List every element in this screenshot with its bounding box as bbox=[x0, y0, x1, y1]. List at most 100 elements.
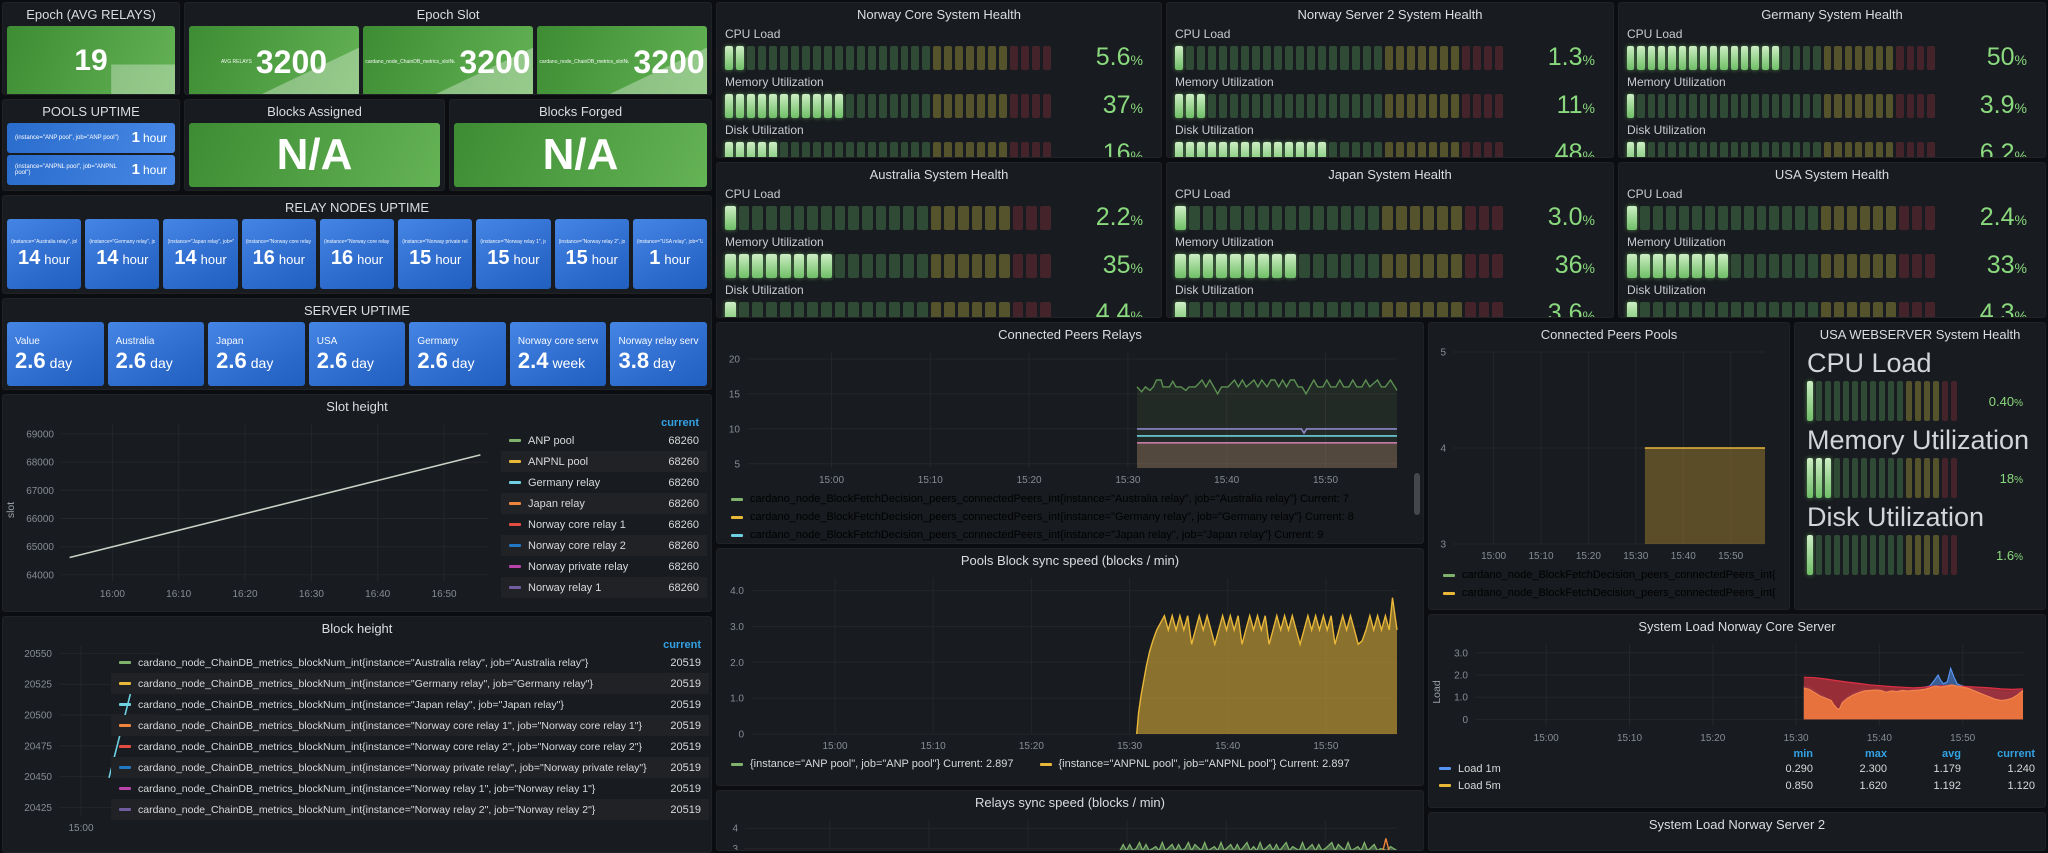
gauge-section: Memory Utilization 36% bbox=[1167, 235, 1613, 280]
gauge-cell bbox=[1478, 253, 1490, 278]
svg-text:20450: 20450 bbox=[24, 772, 52, 783]
panel-title-health-australia[interactable]: Australia System Health bbox=[717, 163, 1161, 184]
gauge-value: 33% bbox=[1986, 251, 2027, 279]
panel-title-relays-sync[interactable]: Relays sync speed (blocks / min) bbox=[717, 791, 1423, 812]
panel-title-blocks-forged[interactable]: Blocks Forged bbox=[450, 100, 711, 121]
gauge-cell bbox=[820, 301, 832, 317]
panel-title-peers-relays[interactable]: Connected Peers Relays bbox=[717, 323, 1423, 344]
panel-title-blocks-assigned[interactable]: Blocks Assigned bbox=[185, 100, 444, 121]
panel-title-sysload-2[interactable]: System Load Norway Server 2 bbox=[1429, 813, 2045, 834]
gauge-cell bbox=[1032, 93, 1041, 118]
panel-title-health-japan[interactable]: Japan System Health bbox=[1167, 163, 1613, 184]
gauge-cell bbox=[752, 301, 764, 317]
gauge-cell bbox=[1825, 458, 1831, 498]
legend-row[interactable]: {instance="ANPNL pool", job="ANPNL pool"… bbox=[1039, 758, 1350, 770]
legend-row[interactable]: Load 1m 0.290 2.300 1.179 1.240 bbox=[1439, 760, 2035, 777]
legend-row[interactable]: cardano_node_ChainDB_metrics_blockNum_in… bbox=[111, 778, 709, 799]
gauge-cell bbox=[1395, 205, 1407, 230]
legend-row[interactable]: cardano_node_ChainDB_metrics_blockNum_in… bbox=[111, 652, 709, 673]
panel-title-slot-height[interactable]: Slot height bbox=[3, 395, 711, 416]
bar-gauge bbox=[1175, 141, 1503, 157]
series-swatch bbox=[1443, 573, 1455, 577]
gauge-cell bbox=[1478, 205, 1490, 230]
series-swatch bbox=[509, 502, 521, 505]
legend-row[interactable]: Norway core relay 1 68260 bbox=[501, 514, 707, 535]
bar-gauge bbox=[1627, 205, 1935, 230]
server-uptime-label: Japan bbox=[216, 335, 244, 347]
chart-svg: 64000 65000 66000 67000 68000 69000 16:00 16:10… bbox=[5, 424, 489, 600]
panel-title-health-usa[interactable]: USA System Health bbox=[1619, 163, 2045, 184]
legend-row[interactable]: cardano_node_ChainDB_metrics_blockNum_in… bbox=[111, 736, 709, 757]
panel-title-sysload-core[interactable]: System Load Norway Core Server bbox=[1429, 615, 2045, 636]
gauge-cell bbox=[752, 253, 764, 278]
gauge-cell bbox=[1639, 205, 1650, 230]
legend-row[interactable]: cardano_node_ChainDB_metrics_blockNum_in… bbox=[111, 673, 709, 694]
panel-health-norway-2: Norway Server 2 System Health CPU Load 1.3… bbox=[1166, 2, 1614, 158]
gauge-cell bbox=[1384, 141, 1393, 157]
panel-title-health-germany[interactable]: Germany System Health bbox=[1619, 3, 2045, 24]
gauge-cell bbox=[1852, 535, 1858, 575]
gauge-cell bbox=[1043, 93, 1052, 118]
gauge-cell bbox=[1906, 381, 1912, 421]
legend-row[interactable]: Germany relay 68260 bbox=[501, 472, 707, 493]
legend-scrollbar[interactable] bbox=[1414, 473, 1420, 515]
gauge-cell bbox=[746, 141, 755, 157]
gauge-cell bbox=[1704, 253, 1715, 278]
chart-svg: 5 10 15 20 15:00 15:10 15:20 15:30 15:40 15:50 bbox=[729, 352, 1398, 486]
legend-row[interactable]: cardano_node_BlockFetchDecision_peers_co… bbox=[717, 490, 1423, 508]
panel-title-server-uptime[interactable]: SERVER UPTIME bbox=[3, 299, 711, 320]
pool-uptime-label: (instance="ANPNL pool", job="ANPNL pool"… bbox=[15, 164, 117, 176]
svg-text:15:00: 15:00 bbox=[1534, 733, 1559, 744]
panel-title-epoch[interactable]: Epoch (AVG RELAYS) bbox=[3, 3, 179, 24]
svg-text:2.0: 2.0 bbox=[730, 658, 744, 669]
svg-text:15:20: 15:20 bbox=[1019, 741, 1044, 752]
legend-row[interactable]: Norway private relay 68260 bbox=[501, 556, 707, 577]
gauge-cell bbox=[1340, 205, 1352, 230]
gauge-cell bbox=[1854, 141, 1863, 157]
panel-title-health-norway-core[interactable]: Norway Core System Health bbox=[717, 3, 1161, 24]
legend-row[interactable]: cardano_node_ChainDB_metrics_blockNum_in… bbox=[111, 715, 709, 736]
gauge-cell bbox=[1678, 45, 1687, 70]
gauge-cell bbox=[922, 45, 931, 70]
gauge-cell bbox=[1384, 93, 1393, 118]
legend-row[interactable]: cardano_node_BlockFetchDecision_peers_co… bbox=[717, 526, 1423, 543]
gauge-cell bbox=[916, 253, 928, 278]
gauge-cell bbox=[1678, 141, 1687, 157]
legend-row[interactable]: cardano_node_ChainDB_metrics_blockNum_in… bbox=[111, 694, 709, 715]
panel-title-pools-sync[interactable]: Pools Block sync speed (blocks / min) bbox=[717, 549, 1423, 570]
gauge-cell bbox=[875, 253, 887, 278]
gauge-cell bbox=[1395, 45, 1404, 70]
series-swatch bbox=[119, 724, 131, 727]
legend-row[interactable]: ANPNL pool 68260 bbox=[501, 451, 707, 472]
legend-row[interactable]: Norway core relay 2 68260 bbox=[501, 535, 707, 556]
panel-title-pools-uptime[interactable]: POOLS UPTIME bbox=[3, 100, 179, 121]
legend-row[interactable]: cardano_node_ChainDB_metrics_blockNum_in… bbox=[111, 757, 709, 778]
legend-row[interactable]: Load 5m 0.850 1.620 1.192 1.120 bbox=[1439, 777, 2035, 794]
gauge-cell bbox=[1437, 205, 1448, 230]
pool-uptime-label: (instance="ANP pool", job="ANP pool") bbox=[15, 135, 119, 141]
legend-row[interactable]: cardano_node_BlockFetchDecision_peers_co… bbox=[1429, 566, 1789, 584]
gauge-cell bbox=[1933, 381, 1939, 421]
series-name: {instance="ANPNL pool", job="ANPNL pool"… bbox=[1058, 758, 1350, 770]
svg-text:0: 0 bbox=[738, 730, 744, 741]
svg-text:15:20: 15:20 bbox=[1017, 475, 1042, 486]
legend-row[interactable]: {instance="ANP pool", job="ANP pool"} Cu… bbox=[731, 758, 1014, 770]
epoch-slot-tile-label: cardano_node_ChainDB_metrics_slotNum_int… bbox=[539, 59, 630, 65]
legend-row[interactable]: cardano_node_BlockFetchDecision_peers_co… bbox=[1429, 584, 1789, 602]
panel-title-health-norway-2[interactable]: Norway Server 2 System Health bbox=[1167, 3, 1613, 24]
panel-title-peers-pools[interactable]: Connected Peers Pools bbox=[1429, 323, 1789, 344]
gauge-cell bbox=[1026, 253, 1038, 278]
panel-title-epoch-slot[interactable]: Epoch Slot bbox=[185, 3, 711, 24]
gauge-cell bbox=[1825, 535, 1831, 575]
legend-row[interactable]: ANP pool 68260 bbox=[501, 430, 707, 451]
panel-title-usa-webserver[interactable]: USA WEBSERVER System Health bbox=[1795, 323, 2045, 344]
gauge-cell bbox=[1296, 45, 1305, 70]
legend-row[interactable]: cardano_node_ChainDB_metrics_blockNum_in… bbox=[111, 799, 709, 820]
panel-title-block-height[interactable]: Block height bbox=[3, 617, 711, 638]
gauge-cell bbox=[1652, 301, 1663, 317]
legend-row[interactable]: Japan relay 68260 bbox=[501, 493, 707, 514]
legend-row[interactable]: Norway relay 1 68260 bbox=[501, 577, 707, 598]
legend-row[interactable]: cardano_node_BlockFetchDecision_peers_co… bbox=[717, 508, 1423, 526]
svg-text:20: 20 bbox=[729, 355, 741, 366]
panel-title-relay-uptime[interactable]: RELAY NODES UPTIME bbox=[3, 196, 711, 217]
